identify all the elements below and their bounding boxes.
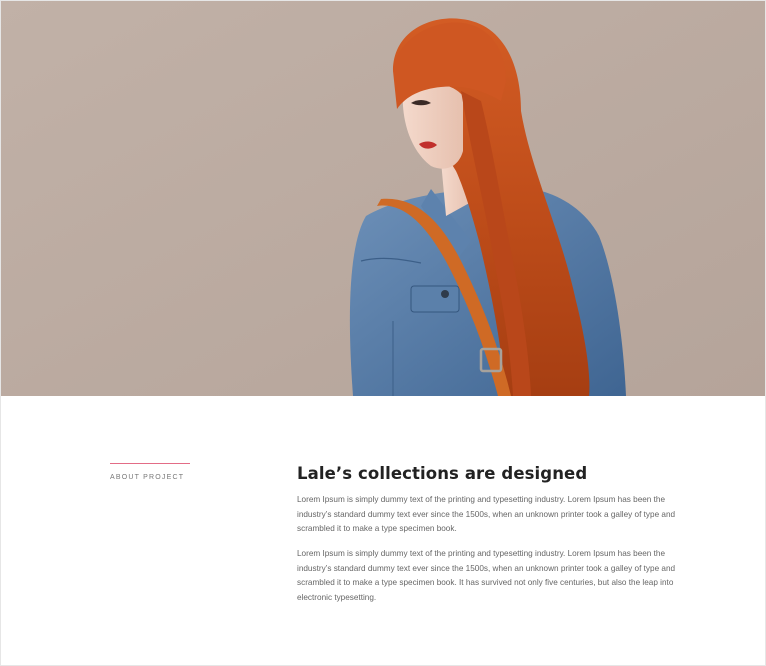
section-label: ABOUT PROJECT <box>110 474 185 481</box>
article-content: Lale’s collections are designed Lorem Ip… <box>297 463 675 602</box>
paragraph-line: Lorem Ipsum is simply dummy text of the … <box>297 549 666 558</box>
section-accent-rule <box>110 463 190 464</box>
paragraph-line: industry’s standard dummy text ever sinc… <box>297 563 676 573</box>
project-page: ABOUT PROJECT Lale’s collections are des… <box>0 0 766 666</box>
hero-image <box>1 1 765 396</box>
paragraph-line: industry’s standard dummy text ever sinc… <box>297 509 676 519</box>
article-paragraph-1: Lorem Ipsum is simply dummy text of the … <box>297 493 675 537</box>
article-paragraph-2: Lorem Ipsum is simply dummy text of the … <box>297 547 675 606</box>
paragraph-line: scrambled it to make a type specimen boo… <box>297 578 674 588</box>
paragraph-line: Lorem Ipsum is simply dummy text of the … <box>297 495 666 504</box>
paragraph-line: electronic typesetting. <box>297 593 377 603</box>
article-title: Lale’s collections are designed <box>297 464 588 483</box>
paragraph-line: scrambled it to make a type specimen boo… <box>297 524 457 534</box>
portrait-illustration <box>1 1 765 396</box>
